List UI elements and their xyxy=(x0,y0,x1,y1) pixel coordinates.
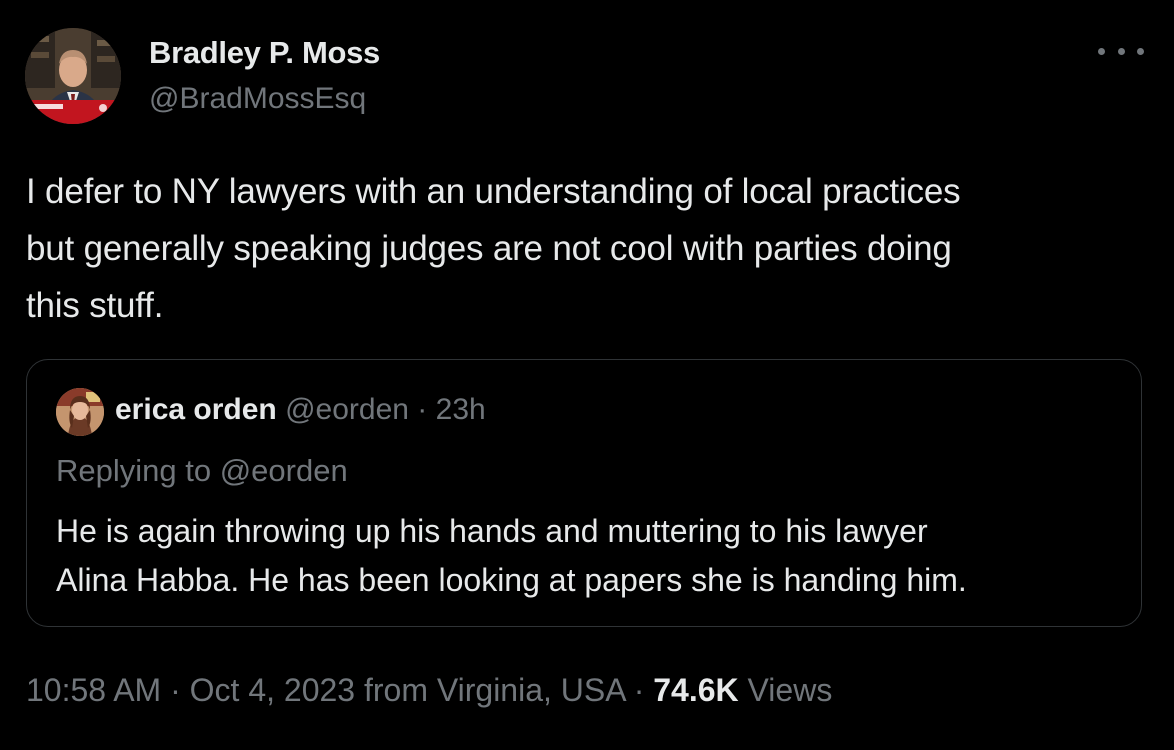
tweet-time[interactable]: 10:58 AM xyxy=(26,672,161,708)
author-avatar[interactable] xyxy=(25,28,121,124)
tweet-text-line: but generally speaking judges are not co… xyxy=(26,229,952,268)
tweet-date[interactable]: Oct 4, 2023 xyxy=(190,672,355,708)
quoted-tweet[interactable]: erica orden @eorden · 23h Replying to @e… xyxy=(26,359,1142,627)
author-name[interactable]: Bradley P. Moss xyxy=(149,35,380,71)
quoted-tweet-time[interactable]: 23h xyxy=(436,393,486,426)
quoted-author-avatar-image xyxy=(56,388,104,436)
quoted-tweet-text: He is again throwing up his hands and mu… xyxy=(56,507,1126,605)
more-horizontal-icon xyxy=(1117,47,1125,55)
views-count[interactable]: 74.6K xyxy=(653,672,738,708)
tweet: Bradley P. Moss @BradMossEsq I defer to … xyxy=(0,0,1174,750)
quoted-author-name[interactable]: erica orden xyxy=(115,393,277,426)
quoted-tweet-header: erica orden @eorden · 23h xyxy=(115,393,486,427)
quoted-author-avatar[interactable] xyxy=(56,388,104,436)
quoted-tweet-text-line: Alina Habba. He has been looking at pape… xyxy=(56,562,967,598)
more-horizontal-icon xyxy=(1098,47,1105,55)
replying-to-label: Replying to @eorden xyxy=(56,453,348,488)
tweet-text-line: this stuff. xyxy=(26,286,164,325)
separator-dot: · xyxy=(633,672,645,708)
tweet-text-line: I defer to NY lawyers with an understand… xyxy=(26,172,961,211)
views-label[interactable]: Views xyxy=(748,672,833,708)
tweet-text: I defer to NY lawyers with an understand… xyxy=(26,163,1156,334)
separator-dot: · xyxy=(417,393,428,426)
tweet-location: from Virginia, USA xyxy=(363,672,625,708)
author-avatar-image xyxy=(25,28,121,124)
more-options-button[interactable] xyxy=(1098,36,1144,66)
tweet-metadata: 10:58 AM · Oct 4, 2023 from Virginia, US… xyxy=(26,672,832,709)
more-horizontal-icon xyxy=(1137,47,1144,55)
quoted-tweet-text-line: He is again throwing up his hands and mu… xyxy=(56,513,928,549)
quoted-author-handle[interactable]: @eorden xyxy=(285,393,409,426)
author-handle[interactable]: @BradMossEsq xyxy=(149,82,366,116)
separator-dot: · xyxy=(170,672,181,708)
